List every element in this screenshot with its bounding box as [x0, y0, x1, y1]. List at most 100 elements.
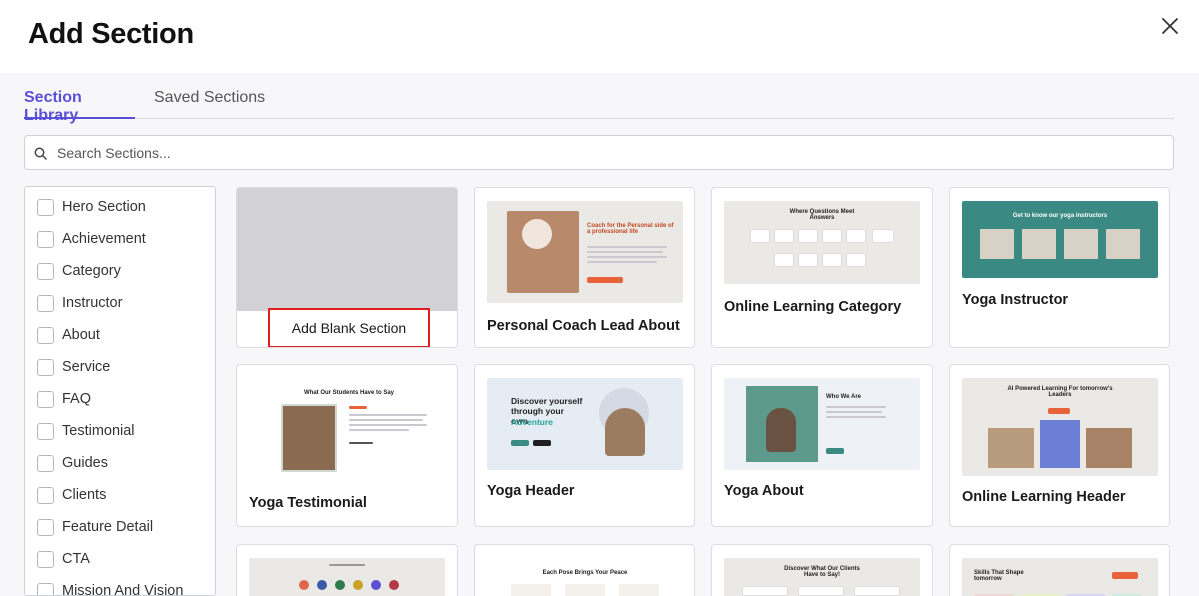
category-feature-detail[interactable]: Feature Detail	[37, 517, 153, 537]
checkbox[interactable]	[37, 422, 54, 440]
category-label: Service	[62, 359, 111, 375]
category-achievement[interactable]: Achievement	[37, 229, 146, 249]
checkbox[interactable]	[37, 358, 54, 376]
category-mission-and-vision[interactable]: Mission And Vision	[37, 581, 184, 596]
text-line	[826, 406, 886, 408]
blank-section-card[interactable]: Add Blank Section	[236, 187, 458, 348]
category-testimonial[interactable]: Testimonial	[37, 421, 135, 441]
section-thumbnail: Who We Are	[724, 378, 920, 470]
learning-photo	[1040, 420, 1080, 468]
text-line	[587, 261, 657, 263]
checkbox[interactable]	[37, 390, 54, 408]
category-tile	[774, 253, 794, 267]
close-icon[interactable]	[1158, 14, 1182, 38]
search-input[interactable]	[57, 142, 1157, 164]
client-logo	[353, 580, 363, 590]
cta-pill	[587, 277, 623, 283]
category-label: Guides	[62, 455, 108, 471]
instructor-photo	[1022, 229, 1056, 259]
card-title: Yoga Header	[487, 483, 575, 499]
category-guides[interactable]: Guides	[37, 453, 108, 473]
text-line	[826, 416, 886, 418]
checkbox[interactable]	[37, 582, 54, 595]
instructor-photo	[1106, 229, 1140, 259]
search-bar	[24, 135, 1174, 170]
section-thumbnail: Where Questions Meet Answers	[724, 201, 920, 284]
instructor-photo	[980, 229, 1014, 259]
thumb-headline: Skills That Shape tomorrow	[974, 570, 1024, 582]
card-title: Online Learning Category	[724, 299, 902, 315]
category-label: Feature Detail	[62, 519, 154, 535]
review-tile	[742, 586, 788, 596]
section-card[interactable]: Skills That Shape tomorrow	[949, 544, 1170, 596]
thumb-headline: Each Pose Brings Your Peace	[542, 570, 628, 576]
thumb-headline: Where Questions Meet Answers	[789, 209, 855, 221]
tab-saved-sections[interactable]: Saved Sections	[154, 89, 265, 119]
category-label: Mission And Vision	[62, 583, 184, 596]
category-tile	[750, 229, 770, 243]
category-hero-section[interactable]: Hero Section	[37, 197, 146, 217]
checkbox[interactable]	[37, 550, 54, 568]
section-card[interactable]: Discover What Our Clients Have to Say!	[711, 544, 933, 596]
section-thumbnail: Each Pose Brings Your Peace	[487, 558, 683, 596]
section-card[interactable]: Who We Are Yoga About	[711, 364, 933, 527]
category-category[interactable]: Category	[37, 261, 121, 281]
thumb-headline: What Our Students Have to Say	[303, 390, 394, 396]
category-instructor[interactable]: Instructor	[37, 293, 122, 313]
client-logo	[389, 580, 399, 590]
section-card[interactable]: What Our Students Have to Say Yoga Testi…	[236, 364, 458, 527]
card-title: Yoga Instructor	[962, 292, 1069, 308]
category-filter-list: Hero Section Achievement Category Instru…	[24, 186, 216, 596]
section-thumbnail: What Our Students Have to Say	[249, 378, 445, 474]
category-label: FAQ	[62, 391, 92, 407]
section-card[interactable]	[236, 544, 458, 596]
section-card[interactable]: Coach for the Personal side of a profess…	[474, 187, 695, 348]
category-service[interactable]: Service	[37, 357, 110, 377]
thumb-headline: Get to know our yoga instructors	[1012, 213, 1108, 219]
yoga-person	[605, 408, 645, 456]
checkbox[interactable]	[37, 486, 54, 504]
section-card[interactable]: Where Questions Meet Answers Online Lear…	[711, 187, 933, 348]
cta-pill	[511, 440, 529, 446]
checkbox[interactable]	[37, 518, 54, 536]
text-line	[329, 564, 365, 566]
checkbox[interactable]	[37, 230, 54, 248]
checkbox[interactable]	[37, 262, 54, 280]
cta-pill	[826, 448, 844, 454]
checkbox[interactable]	[37, 198, 54, 216]
section-thumbnail	[249, 558, 445, 596]
thumb-headline: Who We Are	[826, 394, 862, 400]
category-faq[interactable]: FAQ	[37, 389, 91, 409]
card-title: Yoga Testimonial	[249, 495, 367, 511]
category-tile	[846, 253, 866, 267]
section-thumbnail: Discover yourself through your own Adven…	[487, 378, 683, 470]
tab-section-library[interactable]: Section Library	[24, 89, 135, 124]
checkbox[interactable]	[37, 294, 54, 312]
category-cta[interactable]: CTA	[37, 549, 90, 569]
category-label: CTA	[62, 551, 90, 567]
card-title: Yoga About	[724, 483, 804, 499]
add-blank-section-button[interactable]: Add Blank Section	[268, 308, 430, 347]
thumb-headline: Discover What Our Clients Have to Say!	[784, 566, 860, 578]
section-card[interactable]: Discover yourself through your own Adven…	[474, 364, 695, 527]
client-logo	[335, 580, 345, 590]
category-tile	[846, 229, 866, 243]
review-tile	[798, 586, 844, 596]
category-tile	[822, 253, 842, 267]
cta-pill	[1112, 572, 1138, 579]
section-card[interactable]: Get to know our yoga instructors Yoga In…	[949, 187, 1170, 348]
checkbox[interactable]	[37, 454, 54, 472]
tab-bar: Section Library Saved Sections	[24, 87, 1174, 124]
category-tile	[822, 229, 842, 243]
text-line	[349, 414, 427, 416]
text-line	[349, 419, 423, 421]
category-about[interactable]: About	[37, 325, 100, 345]
section-card[interactable]: AI Powered Learning For tomorrow's Leade…	[949, 364, 1170, 527]
person-head	[522, 219, 552, 249]
category-clients[interactable]: Clients	[37, 485, 106, 505]
thumb-headline: Coach for the Personal side of a profess…	[587, 223, 674, 235]
modal-body: Section Library Saved Sections Hero Sect…	[0, 73, 1199, 596]
section-card[interactable]: Each Pose Brings Your Peace	[474, 544, 695, 596]
category-label: Instructor	[62, 295, 123, 311]
checkbox[interactable]	[37, 326, 54, 344]
